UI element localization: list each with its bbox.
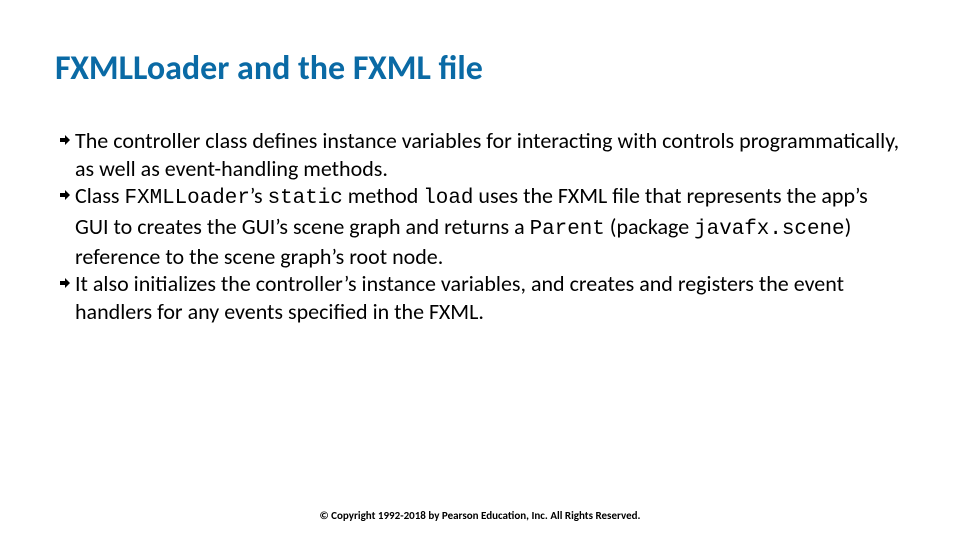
bullet-item: It also initializes the controller’s ins…: [55, 270, 905, 325]
bullet-text: Class FXMLLoader’s static method load us…: [75, 182, 905, 270]
bullet-arrow-icon: [55, 278, 75, 288]
bullet-item: Class FXMLLoader’s static method load us…: [55, 182, 905, 270]
bullet-item: The controller class defines instance va…: [55, 127, 905, 182]
bullet-text: The controller class defines instance va…: [75, 127, 905, 182]
copyright-footer: © Copyright 1992-2018 by Pearson Educati…: [0, 509, 960, 522]
bullet-arrow-icon: [55, 190, 75, 200]
bullet-arrow-icon: [55, 135, 75, 145]
slide-title: FXMLLoader and the FXML file: [55, 50, 905, 87]
slide: FXMLLoader and the FXML file The control…: [0, 0, 960, 540]
slide-content: The controller class defines instance va…: [55, 127, 905, 325]
bullet-text: It also initializes the controller’s ins…: [75, 270, 905, 325]
